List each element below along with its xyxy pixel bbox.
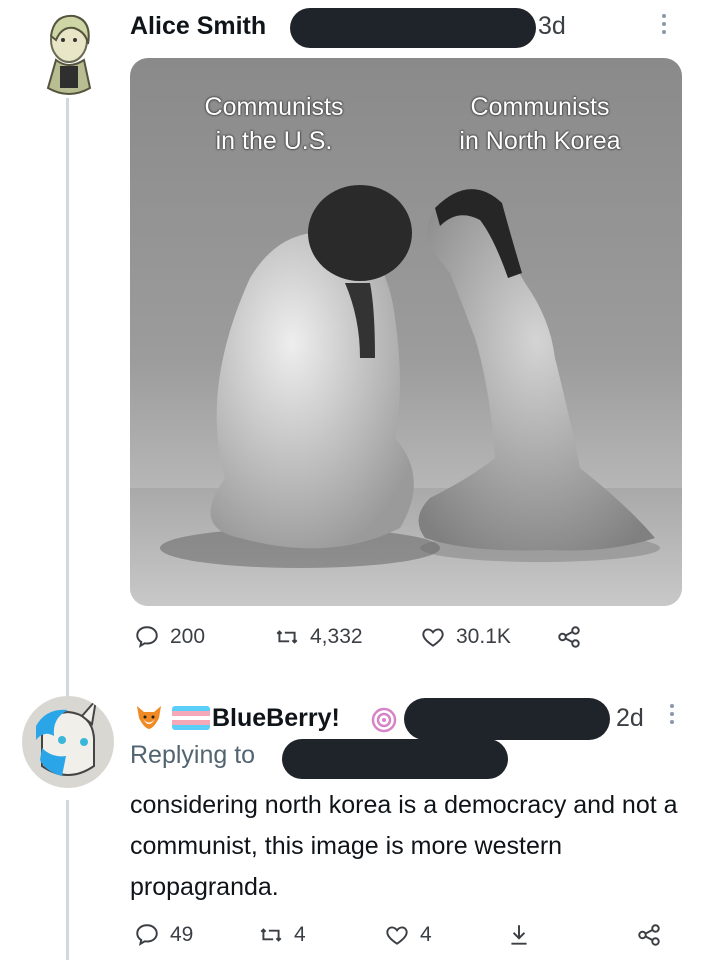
retweet-icon: [260, 928, 282, 942]
like-icon: [422, 628, 444, 647]
retweet-button[interactable]: 4: [258, 922, 306, 948]
redacted-handle: [404, 698, 610, 740]
reply-count: 200: [170, 625, 206, 648]
tweet-time[interactable]: 3d: [538, 12, 566, 41]
author-name[interactable]: Alice Smith: [130, 12, 266, 41]
thread-line: [66, 98, 69, 700]
share-button[interactable]: [636, 922, 662, 948]
share-button[interactable]: [556, 624, 582, 650]
like-count: 30.1K: [456, 625, 511, 648]
like-count: 4: [420, 923, 432, 946]
redacted-mention[interactable]: [282, 739, 508, 779]
avatar[interactable]: [34, 10, 104, 102]
reply-icon: [136, 626, 158, 648]
reply-icon: [136, 924, 158, 946]
like-button[interactable]: 30.1K: [420, 624, 511, 650]
retweet-count: 4: [294, 923, 306, 946]
fox-emoji-icon: [134, 702, 164, 732]
more-icon[interactable]: [662, 14, 666, 38]
like-icon: [386, 926, 408, 945]
spiral-icon: [370, 706, 398, 734]
reply-text: considering north korea is a democracy a…: [130, 791, 678, 901]
reply-count: 49: [170, 923, 194, 946]
reply-time[interactable]: 2d: [616, 704, 644, 733]
retweet-icon: [276, 630, 298, 644]
reply-button[interactable]: 49: [134, 922, 193, 948]
media-caption-right: Communists in North Korea: [459, 93, 621, 155]
thread-line: [66, 800, 69, 960]
trans-flag-icon: [172, 706, 210, 730]
download-button[interactable]: [506, 922, 532, 948]
more-icon[interactable]: [670, 704, 674, 728]
download-icon: [511, 925, 527, 945]
retweet-button[interactable]: 4,332: [274, 624, 363, 650]
reply-author-name[interactable]: BlueBerry!: [212, 704, 340, 733]
tweet-media-image[interactable]: Communists in the U.S. Communists in Nor…: [130, 58, 682, 606]
like-button[interactable]: 4: [384, 922, 432, 948]
reply-button[interactable]: 200: [134, 624, 205, 650]
share-icon: [638, 924, 660, 946]
retweet-count: 4,332: [310, 625, 363, 648]
redacted-handle: [290, 8, 536, 48]
media-caption-left: Communists in the U.S.: [204, 93, 344, 155]
avatar[interactable]: [22, 696, 114, 788]
share-icon: [558, 626, 580, 648]
replying-to-label: Replying to: [130, 741, 256, 769]
